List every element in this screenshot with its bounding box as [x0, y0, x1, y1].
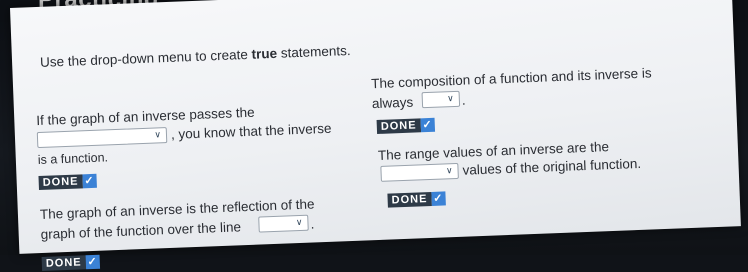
q1-done-label: DONE [38, 174, 83, 191]
q2-done-button[interactable]: DONE ✓ [41, 254, 100, 271]
q3-line2: always [371, 94, 414, 112]
q2-line2: graph of the function over the line [40, 219, 242, 242]
q3-line1: The composition of a function and its in… [370, 65, 652, 92]
q2-done-label: DONE [41, 255, 86, 271]
q1-dropdown[interactable]: ∨ [36, 127, 168, 149]
chevron-down-icon: ∨ [447, 93, 454, 104]
q4-line2: values of the original function. [462, 155, 642, 178]
q3-done-label: DONE [376, 118, 421, 135]
q2-dropdown[interactable]: ∨ [258, 214, 309, 233]
checkmark-icon: ✓ [420, 117, 435, 133]
chevron-down-icon: ∨ [445, 165, 453, 176]
q2-line2-end: . [310, 216, 315, 232]
checkmark-icon: ✓ [85, 254, 100, 270]
q1-done-button[interactable]: DONE ✓ [38, 173, 97, 191]
q3-dropdown[interactable]: ∨ [421, 90, 461, 109]
checkmark-icon: ✓ [82, 173, 97, 189]
q1-line2: , you know that the inverse [170, 120, 332, 142]
question-panel: Use the drop-down menu to create true st… [10, 0, 741, 271]
q4-done-label: DONE [387, 191, 432, 208]
q3-done-button[interactable]: DONE ✓ [376, 117, 435, 135]
q4-dropdown[interactable]: ∨ [380, 162, 459, 182]
instructions-text: Use the drop-down menu to create true st… [39, 42, 351, 70]
q1-line3: is a function. [37, 150, 109, 168]
chevron-down-icon: ∨ [295, 216, 303, 228]
checkmark-icon: ✓ [431, 191, 446, 206]
chevron-down-icon: ∨ [154, 129, 162, 140]
q3-line2-end: . [461, 92, 466, 108]
q4-done-button[interactable]: DONE ✓ [387, 191, 446, 208]
